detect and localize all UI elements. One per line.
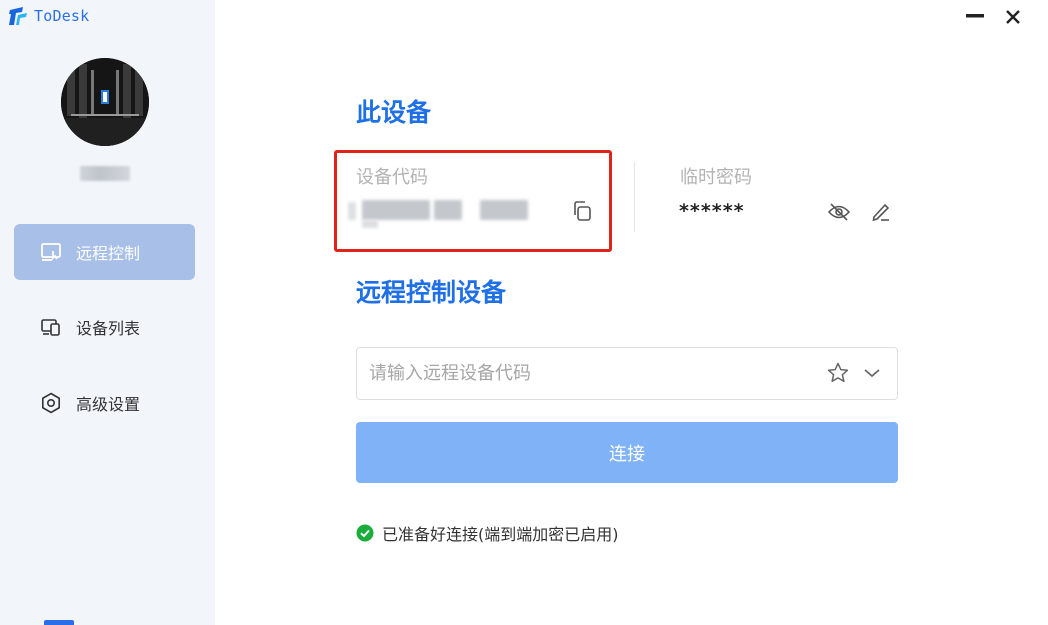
connection-status: 已准备好连接(端到端加密已启用) [356,521,619,545]
remote-control-title: 远程控制设备 [356,278,507,307]
eye-hidden-icon[interactable] [827,201,851,223]
sidebar-item-label: 远程控制 [76,244,141,263]
copy-icon[interactable] [570,199,594,223]
sidebar-item-label: 高级设置 [76,395,141,414]
settings-icon [40,392,62,414]
remote-device-code-input[interactable] [356,347,898,400]
check-circle-icon [356,524,374,542]
minimize-icon [966,14,984,18]
divider [634,162,635,232]
sidebar-footer-logo [44,620,74,625]
todesk-logo-icon [9,7,27,25]
app-brand: ToDesk [8,6,89,26]
connect-button[interactable]: 连接 [356,422,898,483]
username-blurred [80,166,130,181]
sidebar-item-device-list[interactable]: 设备列表 [14,299,195,355]
sidebar-item-remote-control[interactable]: 远程控制 [14,224,195,280]
temp-password-label: 临时密码 [680,167,752,188]
close-button[interactable] [1002,6,1024,28]
device-code-label: 设备代码 [356,167,428,188]
this-device-title: 此设备 [356,98,432,127]
sidebar: ToDesk 远程控制 设备列表 高级设置 [0,0,215,625]
star-icon[interactable] [826,361,850,385]
remote-control-icon [40,241,62,263]
device-code-value-blurred [348,196,530,228]
status-text: 已准备好连接(端到端加密已启用) [382,525,619,544]
edit-icon[interactable] [870,201,892,223]
avatar[interactable] [61,58,149,146]
chevron-down-icon[interactable] [862,365,882,381]
temp-password-value: ****** [679,200,745,222]
device-list-icon [40,316,62,338]
minimize-button[interactable] [965,6,985,26]
sidebar-item-advanced-settings[interactable]: 高级设置 [14,375,195,431]
close-icon [1006,10,1020,24]
sidebar-item-label: 设备列表 [76,319,141,338]
app-name: ToDesk [34,7,90,25]
